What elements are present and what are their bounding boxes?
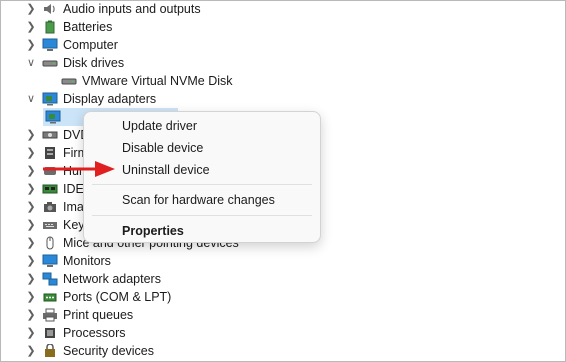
ide-controller-icon: [42, 184, 58, 194]
tree-item-ports[interactable]: ❯ Ports (COM & LPT): [1, 288, 565, 306]
uninstall-device-menu-item[interactable]: Uninstall device: [122, 161, 210, 179]
chevron-right-icon[interactable]: ❯: [25, 234, 37, 252]
scan-hardware-menu-item[interactable]: Scan for hardware changes: [122, 191, 275, 209]
chevron-right-icon[interactable]: ❯: [25, 144, 37, 162]
firmware-icon: [45, 147, 55, 159]
tree-item-computer[interactable]: ❯ Computer: [1, 36, 565, 54]
display-adapter-icon: [45, 110, 61, 124]
chevron-right-icon[interactable]: ❯: [25, 252, 37, 270]
tree-item-label: Print queues: [63, 308, 134, 322]
tree-item-label: Ima: [63, 200, 84, 214]
mouse-icon: [46, 236, 54, 250]
properties-menu-item[interactable]: Properties: [122, 222, 184, 240]
chevron-right-icon[interactable]: ❯: [25, 216, 37, 234]
update-driver-menu-item[interactable]: Update driver: [122, 117, 197, 135]
tree-item-label: VMware Virtual NVMe Disk: [82, 74, 233, 88]
chevron-down-icon[interactable]: ∨: [25, 54, 37, 72]
chevron-right-icon[interactable]: ❯: [25, 18, 37, 36]
disk-drive-icon: [42, 60, 58, 67]
chevron-right-icon[interactable]: ❯: [25, 342, 37, 360]
tree-item-disk-drives[interactable]: ∨ Disk drives: [1, 54, 565, 72]
tree-item-label: Network adapters: [63, 272, 161, 286]
tree-item-label: IDE: [63, 182, 84, 196]
battery-icon: [45, 20, 55, 34]
tree-item-label: Display adapters: [63, 92, 157, 106]
context-menu: Update driver Disable device Uninstall d…: [83, 111, 321, 243]
disk-drive-icon: [61, 78, 77, 85]
tree-item-security-devices[interactable]: ❯ Security devices: [1, 342, 565, 360]
chevron-right-icon[interactable]: ❯: [25, 270, 37, 288]
chevron-right-icon[interactable]: ❯: [25, 180, 37, 198]
chevron-right-icon[interactable]: ❯: [25, 126, 37, 144]
chevron-right-icon[interactable]: ❯: [25, 198, 37, 216]
annotation-arrow-icon: [43, 161, 115, 177]
chevron-right-icon[interactable]: ❯: [25, 324, 37, 342]
security-icon: [45, 344, 55, 357]
tree-item-label: Key: [63, 218, 85, 232]
monitor-icon: [42, 254, 58, 267]
tree-item-label: Batteries: [63, 20, 113, 34]
tree-item-display-adapters[interactable]: ∨ Display adapters: [1, 90, 565, 108]
chevron-right-icon[interactable]: ❯: [25, 162, 37, 180]
keyboard-icon: [43, 222, 57, 229]
camera-icon: [44, 202, 56, 212]
tree-item-label: Computer: [63, 38, 118, 52]
tree-item-vmware-disk[interactable]: VMware Virtual NVMe Disk: [1, 72, 565, 90]
network-icon: [42, 272, 58, 286]
tree-item-processors[interactable]: ❯ Processors: [1, 324, 565, 342]
chevron-right-icon[interactable]: ❯: [25, 1, 37, 18]
tree-item-network[interactable]: ❯ Network adapters: [1, 270, 565, 288]
dvd-drive-icon: [42, 131, 58, 139]
tree-item-audio[interactable]: ❯ Audio inputs and outputs: [1, 1, 565, 18]
processor-icon: [45, 328, 55, 338]
speaker-icon: [44, 4, 55, 14]
display-adapter-icon: [42, 92, 58, 106]
chevron-right-icon[interactable]: ❯: [25, 306, 37, 324]
printer-icon: [43, 308, 57, 322]
tree-item-print-queues[interactable]: ❯ Print queues: [1, 306, 565, 324]
computer-icon: [42, 38, 58, 51]
tree-item-label: Audio inputs and outputs: [63, 2, 201, 16]
tree-item-monitors[interactable]: ❯ Monitors: [1, 252, 565, 270]
tree-item-label: Security devices: [63, 344, 155, 358]
tree-item-label: Ports (COM & LPT): [63, 290, 172, 304]
menu-separator: [92, 215, 312, 216]
device-manager-window: ❯ Audio inputs and outputs ❯ Batteries ❯…: [0, 0, 566, 362]
chevron-right-icon[interactable]: ❯: [25, 288, 37, 306]
chevron-down-icon[interactable]: ∨: [25, 90, 37, 108]
disable-device-menu-item[interactable]: Disable device: [122, 139, 203, 157]
tree-item-label: Monitors: [63, 254, 111, 268]
tree-item-label: Disk drives: [63, 56, 125, 70]
menu-separator: [92, 184, 312, 185]
tree-item-label: Processors: [63, 326, 126, 340]
chevron-right-icon[interactable]: ❯: [25, 36, 37, 54]
port-icon: [43, 293, 57, 302]
tree-item-batteries[interactable]: ❯ Batteries: [1, 18, 565, 36]
